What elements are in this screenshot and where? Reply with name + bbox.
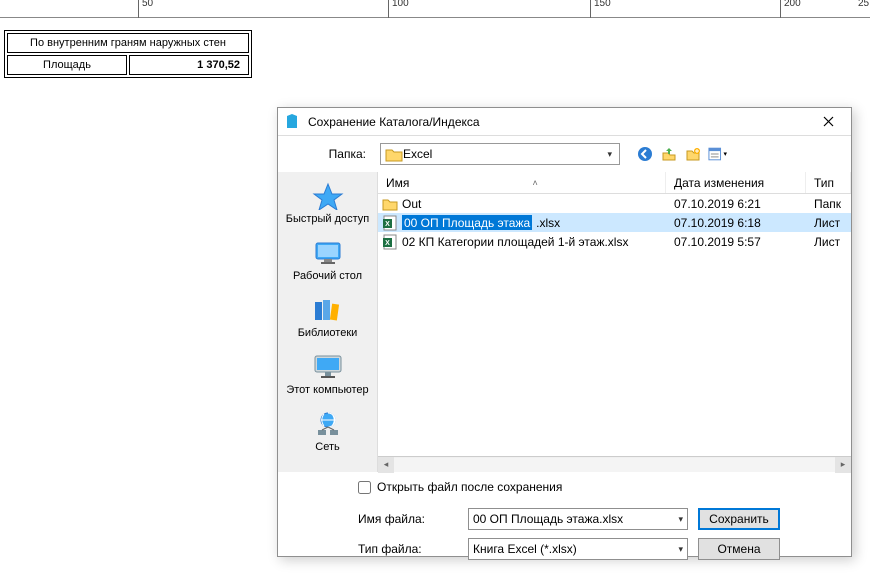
ruler-label: 50 bbox=[142, 0, 153, 9]
file-type: Лист bbox=[806, 235, 851, 249]
folder-value: Excel bbox=[403, 147, 604, 161]
ruler-label: 100 bbox=[392, 0, 409, 9]
file-name: 02 КП Категории площадей 1-й этаж.xlsx bbox=[402, 235, 628, 249]
close-button[interactable] bbox=[811, 110, 845, 134]
folder-icon bbox=[385, 147, 403, 162]
filename-input[interactable]: 00 ОП Площадь этажа.xlsx ▾ bbox=[468, 508, 688, 530]
sidebar-item-label: Сеть bbox=[315, 441, 339, 453]
computer-icon bbox=[312, 353, 344, 381]
sidebar-item-desktop[interactable]: Рабочий стол bbox=[283, 235, 373, 286]
file-name: Out bbox=[402, 197, 421, 211]
open-after-save-row[interactable]: Открыть файл после сохранения bbox=[358, 480, 839, 494]
ruler: 50 100 150 200 25 bbox=[0, 0, 870, 18]
file-date: 07.10.2019 6:18 bbox=[666, 216, 806, 230]
sidebar-item-computer[interactable]: Этот компьютер bbox=[283, 349, 373, 400]
file-list[interactable]: Out 07.10.2019 6:21Папк X 00 ОП Площадь эта… bbox=[378, 194, 851, 456]
area-table: По внутренним граням наружных стен Площа… bbox=[4, 30, 252, 78]
chevron-down-icon: ▾ bbox=[723, 150, 727, 158]
folder-icon bbox=[382, 196, 398, 212]
column-header-type[interactable]: Тип bbox=[806, 172, 851, 193]
nav-back-button[interactable] bbox=[634, 143, 656, 165]
excel-file-icon: X bbox=[382, 234, 398, 250]
file-list-area: Имя˄ Дата изменения Тип Out 07.10.2019 6:… bbox=[378, 172, 851, 472]
filename-value: 00 ОП Площадь этажа.xlsx bbox=[473, 512, 674, 526]
places-sidebar: Быстрый доступ Рабочий стол Библиотеки Э… bbox=[278, 172, 378, 472]
sidebar-item-libraries[interactable]: Библиотеки bbox=[283, 292, 373, 343]
horizontal-scrollbar[interactable]: ◂ ▸ bbox=[378, 456, 851, 472]
ruler-label: 200 bbox=[784, 0, 801, 9]
open-after-save-label: Открыть файл после сохранения bbox=[377, 480, 562, 494]
quick-access-icon bbox=[312, 182, 344, 210]
filename-label: Имя файла: bbox=[358, 512, 458, 526]
file-date: 07.10.2019 5:57 bbox=[666, 235, 806, 249]
chevron-down-icon: ▾ bbox=[674, 544, 683, 555]
file-row[interactable]: X 02 КП Категории площадей 1-й этаж.xlsx 0… bbox=[378, 232, 851, 251]
file-list-header: Имя˄ Дата изменения Тип bbox=[378, 172, 851, 194]
svg-text:X: X bbox=[385, 221, 390, 228]
dialog-bottom: Открыть файл после сохранения Имя файла:… bbox=[278, 472, 851, 578]
scroll-left-button[interactable]: ◂ bbox=[378, 457, 394, 473]
filetype-value: Книга Excel (*.xlsx) bbox=[473, 542, 674, 556]
file-row[interactable]: X 00 ОП Площадь этажа .xlsx 07.10.2019 6:18… bbox=[378, 213, 851, 232]
rename-field[interactable]: 00 ОП Площадь этажа bbox=[402, 215, 532, 230]
excel-file-icon: X bbox=[382, 215, 398, 231]
file-row[interactable]: Out 07.10.2019 6:21Папк bbox=[378, 194, 851, 213]
folder-row: Папка: Excel ▾ ▾ bbox=[278, 136, 851, 172]
new-folder-icon bbox=[685, 146, 701, 162]
close-icon bbox=[823, 116, 834, 127]
dialog-title: Сохранение Каталога/Индекса bbox=[308, 115, 811, 129]
ruler-label: 150 bbox=[594, 0, 611, 9]
file-date: 07.10.2019 6:21 bbox=[666, 197, 806, 211]
save-button[interactable]: Сохранить bbox=[698, 508, 780, 530]
sidebar-item-label: Быстрый доступ bbox=[286, 213, 370, 225]
scroll-right-button[interactable]: ▸ bbox=[835, 457, 851, 473]
desktop-icon bbox=[312, 239, 344, 267]
network-icon bbox=[312, 410, 344, 438]
file-type: Лист bbox=[806, 216, 851, 230]
up-icon bbox=[661, 146, 677, 162]
app-icon bbox=[284, 114, 300, 130]
column-header-date[interactable]: Дата изменения bbox=[666, 172, 806, 193]
folder-label: Папка: bbox=[288, 147, 374, 161]
file-type: Папк bbox=[806, 197, 851, 211]
cancel-button[interactable]: Отмена bbox=[698, 538, 780, 560]
sidebar-item-label: Библиотеки bbox=[298, 327, 358, 339]
sidebar-item-label: Этот компьютер bbox=[286, 384, 368, 396]
column-header-name[interactable]: Имя˄ bbox=[378, 172, 666, 193]
filetype-label: Тип файла: bbox=[358, 542, 458, 556]
sidebar-item-network[interactable]: Сеть bbox=[283, 406, 373, 457]
filetype-dropdown[interactable]: Книга Excel (*.xlsx) ▾ bbox=[468, 538, 688, 560]
area-table-header: По внутренним граням наружных стен bbox=[7, 33, 249, 53]
view-menu-button[interactable]: ▾ bbox=[706, 143, 728, 165]
view-icon bbox=[707, 146, 722, 162]
nav-up-button[interactable] bbox=[658, 143, 680, 165]
libraries-icon bbox=[312, 296, 344, 324]
sidebar-item-label: Рабочий стол bbox=[293, 270, 362, 282]
folder-dropdown[interactable]: Excel ▾ bbox=[380, 143, 620, 165]
area-row-value: 1 370,52 bbox=[129, 55, 249, 75]
sort-indicator-icon: ˄ bbox=[533, 178, 538, 188]
sidebar-item-quick[interactable]: Быстрый доступ bbox=[283, 178, 373, 229]
svg-text:X: X bbox=[385, 240, 390, 247]
scroll-track[interactable] bbox=[394, 458, 835, 472]
file-ext: .xlsx bbox=[536, 216, 560, 230]
chevron-down-icon: ▾ bbox=[604, 149, 615, 160]
titlebar: Сохранение Каталога/Индекса bbox=[278, 108, 851, 136]
back-icon bbox=[637, 146, 653, 162]
area-row-label: Площадь bbox=[7, 55, 127, 75]
chevron-down-icon: ▾ bbox=[674, 514, 683, 525]
new-folder-button[interactable] bbox=[682, 143, 704, 165]
open-after-save-checkbox[interactable] bbox=[358, 481, 371, 494]
save-dialog: Сохранение Каталога/Индекса Папка: Excel… bbox=[277, 107, 852, 557]
